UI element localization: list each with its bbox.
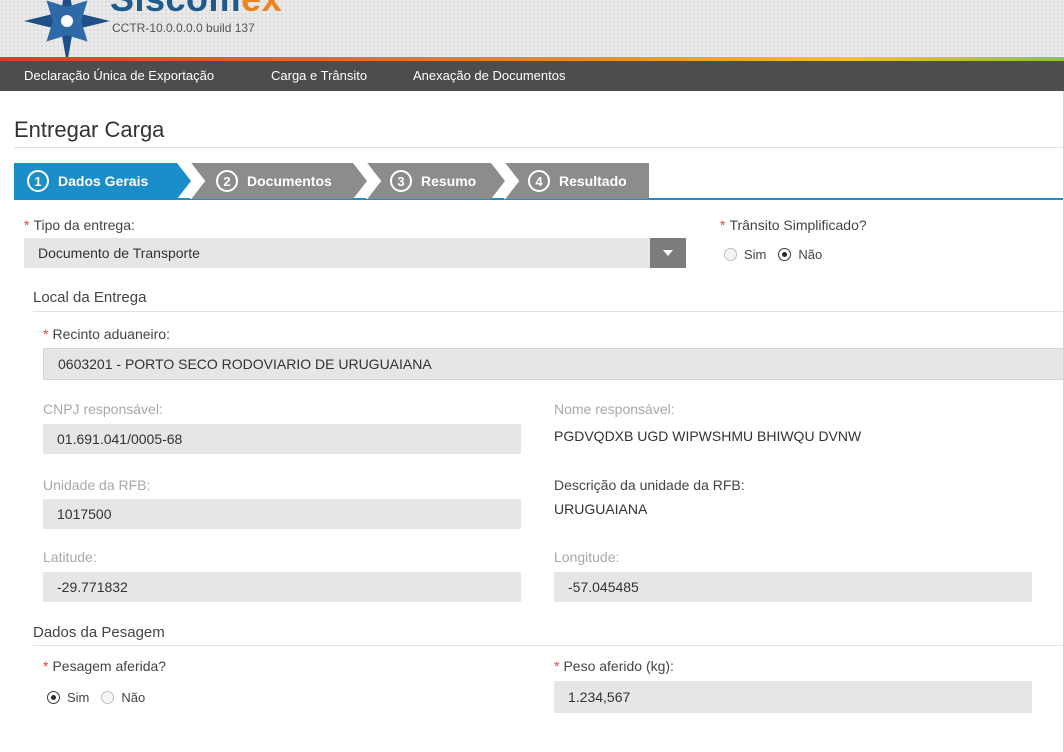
pesagem-aferida-label: * Pesagem aferida?	[43, 658, 167, 674]
tipo-entrega-value: Documento de Transporte	[38, 245, 200, 261]
peso-aferido-label: * Peso aferido (kg):	[554, 658, 674, 674]
required-marker: *	[43, 326, 49, 342]
logo-wordmark: Siscomex	[110, 0, 282, 20]
menu-item-carga-transito[interactable]: Carga e Trânsito	[271, 61, 367, 91]
unidade-rfb-label: Unidade da RFB:	[43, 477, 151, 493]
step-number: 3	[390, 170, 412, 192]
nome-responsavel-label: Nome responsável:	[554, 401, 675, 417]
longitude-field[interactable]: -57.045485	[554, 572, 1032, 602]
logo-star-icon	[24, 0, 110, 57]
step-label: Resumo	[421, 173, 477, 189]
tipo-entrega-select[interactable]: Documento de Transporte	[24, 238, 686, 268]
unidade-rfb-field[interactable]: 1017500	[43, 499, 521, 529]
cnpj-field[interactable]: 01.691.041/0005-68	[43, 424, 521, 454]
tipo-entrega-label: * Tipo da entrega:	[24, 217, 135, 233]
step-label: Resultado	[559, 173, 627, 189]
title-divider	[14, 147, 1064, 148]
step-number: 2	[216, 170, 238, 192]
required-marker: *	[24, 217, 30, 233]
local-entrega-section-title: Local da Entrega	[33, 289, 147, 306]
peso-aferido-value: 1.234,567	[568, 689, 631, 705]
nome-responsavel-value: PGDVQDXB UGD WIPWSHMU BHIWQU DVNW	[554, 428, 862, 444]
pesagem-sim-radio[interactable]	[47, 691, 60, 704]
longitude-value: -57.045485	[568, 579, 639, 595]
wizard-step-dados-gerais[interactable]: 1 Dados Gerais	[14, 163, 192, 199]
step-number: 1	[27, 170, 49, 192]
wizard-step-resumo[interactable]: 3 Resumo	[366, 163, 506, 199]
peso-aferido-field[interactable]: 1.234,567	[554, 681, 1032, 713]
recinto-value: 0603201 - PORTO SECO RODOVIARIO DE URUGU…	[58, 356, 432, 372]
latitude-field[interactable]: -29.771832	[43, 572, 521, 602]
transito-sim-radio[interactable]	[724, 248, 737, 261]
pesagem-nao-label: Não	[121, 690, 146, 705]
transito-sim-label: Sim	[744, 247, 767, 262]
required-marker: *	[554, 658, 560, 674]
descricao-unidade-value: URUGUAIANA	[554, 501, 648, 517]
wizard-step-documentos[interactable]: 2 Documentos	[190, 163, 368, 199]
cnpj-label: CNPJ responsável:	[43, 401, 163, 417]
pesagem-radio-group: Sim Não	[47, 690, 157, 705]
longitude-label: Longitude:	[554, 549, 620, 565]
pesagem-section-title: Dados da Pesagem	[33, 624, 165, 641]
local-entrega-divider	[33, 311, 1064, 312]
descricao-unidade-label: Descrição da unidade da RFB:	[554, 477, 745, 493]
latitude-value: -29.771832	[57, 579, 128, 595]
page-title: Entregar Carga	[14, 117, 165, 142]
pesagem-sim-label: Sim	[67, 690, 90, 705]
pesagem-divider	[33, 645, 1064, 646]
transito-simplificado-label: * Trânsito Simplificado?	[720, 217, 867, 233]
step-label: Documentos	[247, 173, 332, 189]
transito-radio-group: Sim Não	[724, 247, 834, 262]
step-label: Dados Gerais	[58, 173, 149, 189]
recinto-field[interactable]: 0603201 - PORTO SECO RODOVIARIO DE URUGU…	[43, 348, 1064, 380]
pesagem-nao-radio[interactable]	[101, 691, 115, 704]
wizard-steps: 1 Dados Gerais 2 Documentos 3 Resumo 4 R…	[14, 163, 1064, 200]
transito-nao-radio[interactable]	[778, 248, 792, 261]
unidade-rfb-value: 1017500	[57, 506, 112, 522]
transito-nao-label: Não	[798, 247, 823, 262]
menu-item-anexacao[interactable]: Anexação de Documentos	[413, 61, 565, 91]
build-version: CCTR-10.0.0.0.0 build 137	[112, 21, 255, 35]
required-marker: *	[43, 658, 49, 674]
chevron-down-icon[interactable]	[650, 238, 686, 268]
cnpj-value: 01.691.041/0005-68	[57, 431, 183, 447]
latitude-label: Latitude:	[43, 549, 97, 565]
recinto-label: * Recinto aduaneiro:	[43, 326, 170, 342]
app-header: Siscomex CCTR-10.0.0.0.0 build 137	[0, 0, 1064, 58]
required-marker: *	[720, 217, 726, 233]
main-menu-bar: Declaração Única de Exportação Carga e T…	[0, 61, 1064, 91]
wizard-step-resultado[interactable]: 4 Resultado	[504, 163, 649, 199]
step-number: 4	[528, 170, 550, 192]
menu-item-declaracao[interactable]: Declaração Única de Exportação	[24, 61, 214, 91]
